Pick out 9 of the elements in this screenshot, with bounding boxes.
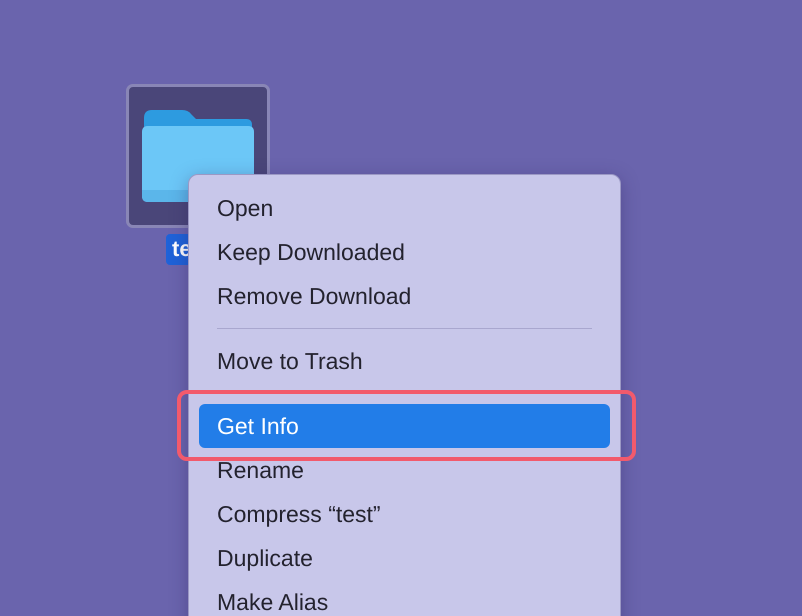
menu-item[interactable]: Get Info [199,404,610,448]
menu-item[interactable]: Remove Download [199,274,610,318]
menu-item[interactable]: Duplicate [199,536,610,580]
menu-item[interactable]: Rename [199,448,610,492]
menu-item[interactable]: Compress “test” [199,492,610,536]
menu-item[interactable]: Move to Trash [199,339,610,383]
menu-item[interactable]: Make Alias [199,580,610,616]
menu-item[interactable]: Open [199,186,610,230]
menu-item[interactable]: Keep Downloaded [199,230,610,274]
